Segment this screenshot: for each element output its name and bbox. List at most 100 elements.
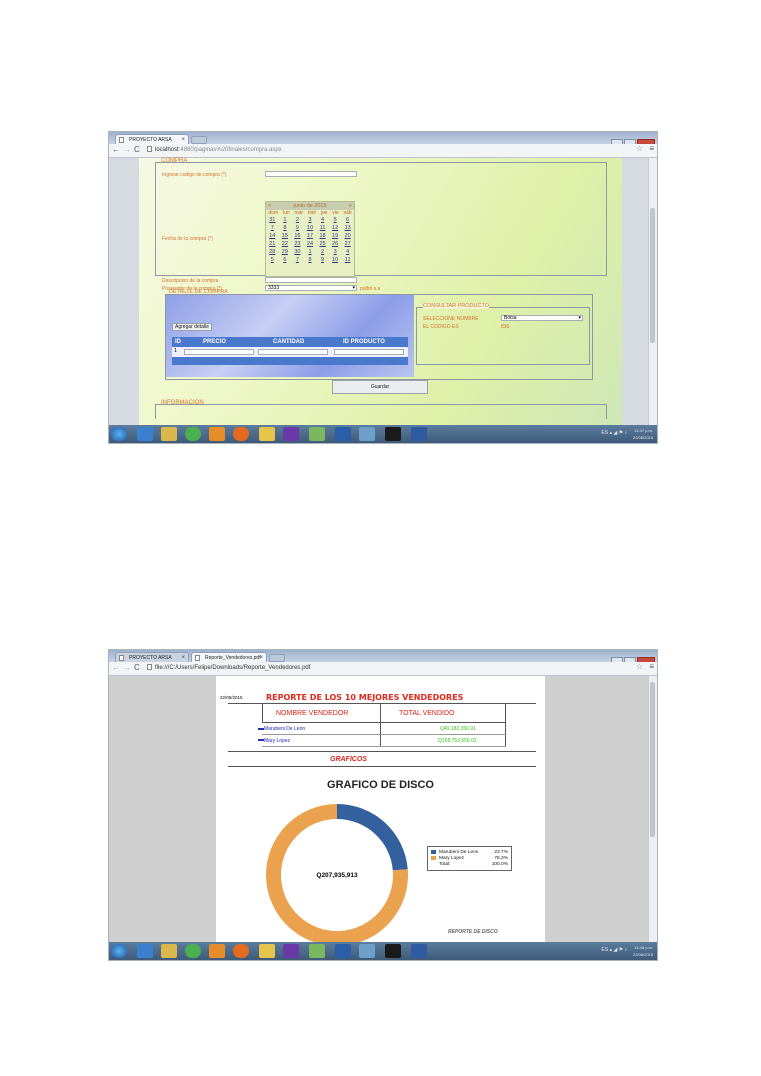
reload-icon[interactable]: C <box>134 145 140 155</box>
calendar-day[interactable]: 29 <box>279 248 291 256</box>
ie-icon[interactable] <box>137 944 153 958</box>
word-icon[interactable] <box>411 944 427 958</box>
calendar-day[interactable]: 10 <box>304 224 316 232</box>
close-tab-icon[interactable]: × <box>181 653 185 662</box>
calendar-day[interactable]: 21 <box>266 240 278 248</box>
calendar-day[interactable]: 2 <box>291 216 303 224</box>
calendar-day[interactable]: 23 <box>291 240 303 248</box>
tab-proyecto-arsa[interactable]: PROYECTO ARSA × <box>115 134 189 144</box>
calendar-day[interactable]: 15 <box>279 232 291 240</box>
calendar-day[interactable]: 1 <box>279 216 291 224</box>
visual-studio-icon[interactable] <box>283 944 299 958</box>
tab-reporte-pdf[interactable]: Reporte_Vendedores.pdf × <box>191 652 267 662</box>
calendar-day[interactable]: 13 <box>342 224 354 232</box>
calendar-day[interactable]: 16 <box>291 232 303 240</box>
calendar-day[interactable]: 27 <box>342 240 354 248</box>
cantidad-input[interactable] <box>258 349 328 355</box>
id-producto-input[interactable] <box>334 349 404 355</box>
new-tab-button[interactable] <box>269 654 285 662</box>
folder-icon[interactable] <box>161 944 177 958</box>
sticky-notes-icon[interactable] <box>259 944 275 958</box>
menu-icon[interactable]: ≡ <box>649 662 654 671</box>
calendar-day[interactable]: 11 <box>342 256 354 264</box>
scrollbar-thumb[interactable] <box>650 682 655 837</box>
firefox-icon[interactable] <box>233 944 249 958</box>
calendar-day[interactable]: 4 <box>317 216 329 224</box>
prev-month-button[interactable]: < <box>268 202 271 210</box>
reload-icon[interactable]: C <box>134 663 140 673</box>
menu-icon[interactable]: ≡ <box>649 144 654 153</box>
url-field[interactable]: localhost:4880/paginas%20finales/compra.… <box>147 146 637 155</box>
calendar-day[interactable]: 3 <box>329 248 341 256</box>
firefox-icon[interactable] <box>233 427 249 441</box>
calendar-day[interactable]: 9 <box>291 224 303 232</box>
calendar-day[interactable]: 5 <box>329 216 341 224</box>
clock[interactable]: 11:47 p.m. 22/06/2015 <box>633 427 653 441</box>
calendar-day[interactable]: 12 <box>329 224 341 232</box>
precio-input[interactable] <box>184 349 254 355</box>
calendar-day[interactable]: 22 <box>279 240 291 248</box>
calendar-day[interactable]: 7 <box>291 256 303 264</box>
guardar-button[interactable]: Guardar <box>332 380 428 394</box>
calendar-day[interactable]: 2 <box>317 248 329 256</box>
calendar-day[interactable]: 18 <box>317 232 329 240</box>
word-icon[interactable] <box>411 427 427 441</box>
paint-icon[interactable] <box>309 944 325 958</box>
bookmark-star-icon[interactable]: ☆ <box>636 662 643 671</box>
new-tab-button[interactable] <box>191 136 207 144</box>
calendar-day[interactable]: 9 <box>317 256 329 264</box>
calendar-day[interactable]: 30 <box>291 248 303 256</box>
calendar-day[interactable]: 31 <box>266 216 278 224</box>
calendar-day[interactable]: 4 <box>342 248 354 256</box>
nombre-select[interactable]: Bolsa ▾ <box>501 315 583 321</box>
scrollbar-thumb[interactable] <box>650 208 655 343</box>
visual-studio-icon[interactable] <box>283 427 299 441</box>
clock[interactable]: 11:48 p.m. 22/06/2015 <box>633 944 653 958</box>
calendar-day[interactable]: 3 <box>304 216 316 224</box>
language-indicator[interactable]: ES <box>601 430 608 436</box>
calendar-day[interactable]: 20 <box>342 232 354 240</box>
calendar-day[interactable]: 8 <box>279 224 291 232</box>
calendar-day[interactable]: 10 <box>329 256 341 264</box>
calendar-day[interactable]: 24 <box>304 240 316 248</box>
calendar-day[interactable]: 6 <box>279 256 291 264</box>
forward-icon[interactable]: → <box>123 145 131 155</box>
start-button-icon[interactable] <box>111 944 127 958</box>
agregar-detalle-button[interactable]: Agregar detalle <box>172 323 212 331</box>
back-icon[interactable]: ← <box>112 145 120 155</box>
network-icon[interactable] <box>359 944 375 958</box>
next-month-button[interactable]: > <box>349 202 352 210</box>
calendar-day[interactable]: 1 <box>304 248 316 256</box>
network-icon[interactable] <box>359 427 375 441</box>
back-icon[interactable]: ← <box>112 663 120 673</box>
tray-icons[interactable]: ES ▴ ◢ ⚑ ♪ <box>601 430 627 436</box>
calendar-day[interactable]: 11 <box>317 224 329 232</box>
calendar-day[interactable]: 26 <box>329 240 341 248</box>
media-player-icon[interactable] <box>209 427 225 441</box>
bookmark-star-icon[interactable]: ☆ <box>636 144 643 153</box>
chrome-icon[interactable] <box>185 944 201 958</box>
sql-server-icon[interactable] <box>335 944 351 958</box>
url-field[interactable]: file:///C:/Users/Felipe/Downloads/Report… <box>147 664 637 673</box>
close-tab-icon[interactable]: × <box>259 653 263 662</box>
calendar-day[interactable]: 19 <box>329 232 341 240</box>
media-player-icon[interactable] <box>209 944 225 958</box>
folder-icon[interactable] <box>161 427 177 441</box>
calendar-day[interactable]: 28 <box>266 248 278 256</box>
calendar-day[interactable]: 14 <box>266 232 278 240</box>
calendar-day[interactable]: 8 <box>304 256 316 264</box>
ie-icon[interactable] <box>137 427 153 441</box>
tray-icons[interactable]: ES ▴ ◢ ⚑ ♪ <box>601 947 627 953</box>
descripcion-input[interactable] <box>265 277 357 283</box>
chrome-icon[interactable] <box>185 427 201 441</box>
calendar-day[interactable]: 7 <box>266 224 278 232</box>
scrollbar[interactable] <box>648 158 657 425</box>
calendar-day[interactable]: 17 <box>304 232 316 240</box>
forward-icon[interactable]: → <box>123 663 131 673</box>
proveedor-select[interactable]: 3333 ▾ <box>265 285 357 291</box>
calendar-day[interactable]: 6 <box>342 216 354 224</box>
sql-server-icon[interactable] <box>335 427 351 441</box>
sticky-notes-icon[interactable] <box>259 427 275 441</box>
codigo-input[interactable] <box>265 171 357 177</box>
calendar-day[interactable]: 25 <box>317 240 329 248</box>
